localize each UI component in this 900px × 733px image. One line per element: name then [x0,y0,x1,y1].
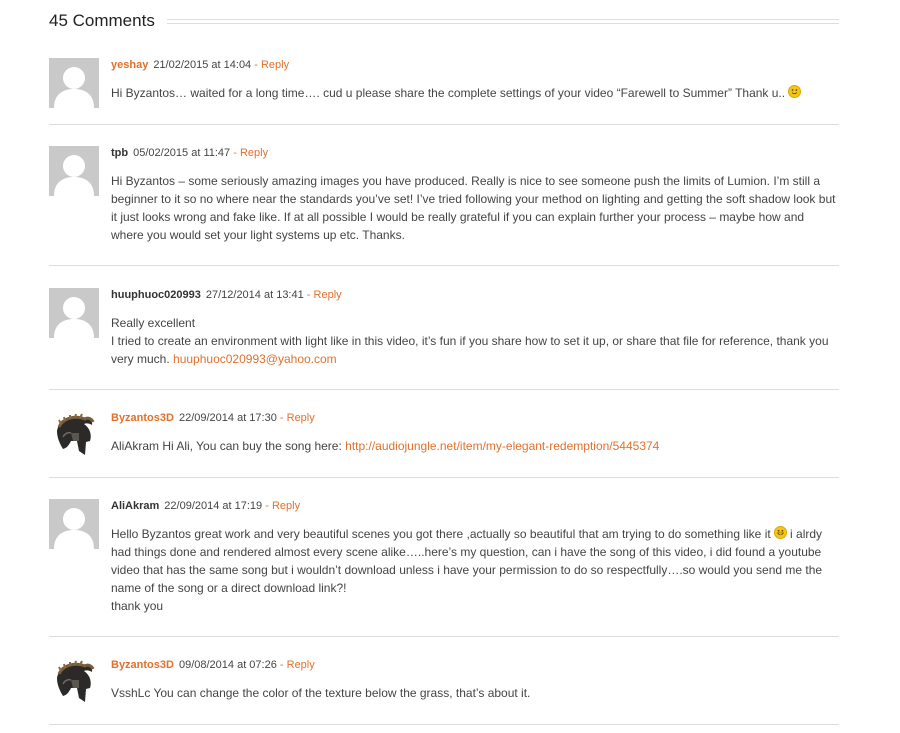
comment-text: Hi Byzantos… waited for a long time…. cu… [111,84,839,102]
email-link[interactable]: huuphuoc020993@yahoo.com [173,352,337,366]
default-avatar-icon [49,288,99,338]
comment-date: 09/08/2014 at 07:26 [178,659,277,671]
comment-line: Hello Byzantos great work and very beaut… [111,527,771,541]
comment-text: AliAkram Hi Ali, You can buy the song he… [111,437,839,455]
comment-paragraph: Hi Byzantos – some seriously amazing ima… [111,174,836,242]
comment-line: Really excellent [111,316,196,330]
comment-author[interactable]: Byzantos3D [111,659,174,671]
comment-paragraph: Hi Byzantos… waited for a long time…. cu… [111,84,839,102]
song-link[interactable]: http://audiojungle.net/item/my-elegant-r… [345,439,659,453]
comment-author: AliAkram [111,500,160,512]
meta-separator: - [251,59,261,71]
spartan-helmet-icon [49,658,99,708]
comment-text: Really excellent I tried to create an en… [111,314,839,368]
comment-divider [49,636,839,637]
comment-text: Hello Byzantos great work and very beaut… [111,525,839,615]
comment-date: 05/02/2015 at 11:47 [133,147,231,159]
comment-author[interactable]: Byzantos3D [111,412,174,424]
smiley-icon [788,85,802,98]
comment-meta: yeshay 21/02/2015 at 14:04 - Reply [111,58,839,72]
comment-meta: Byzantos3D 22/09/2014 at 17:30 - Reply [111,411,839,425]
comment-body: Byzantos3D 22/09/2014 at 17:30 - Reply Al… [111,411,839,455]
comment-line: Hi Byzantos… waited for a long time…. cu… [111,86,786,100]
meta-separator: - [303,289,314,301]
reply-link[interactable]: Reply [272,500,300,512]
comment-closing: thank you [111,599,164,613]
comments-header: 45 Comments [49,10,839,32]
meta-separator: - [262,500,272,512]
comment-divider [49,124,839,125]
comment-date: 22/09/2014 at 17:30 [178,412,277,424]
comment-meta: tpb 05/02/2015 at 11:47 - Reply [111,146,839,160]
spartan-helmet-icon [49,411,99,461]
meta-separator: - [276,412,287,424]
comment-meta: huuphuoc020993 27/12/2014 at 13:41 - Repl… [111,288,839,302]
default-avatar-icon [49,146,99,196]
comment-paragraph: I tried to create an environment with li… [111,332,839,368]
comment-date: 27/12/2014 at 13:41 [205,289,304,301]
comment-divider [49,724,839,725]
comment-author: tpb [111,147,129,159]
reply-link[interactable]: Reply [261,59,289,71]
comment-divider [49,477,839,478]
comment-body: huuphuoc020993 27/12/2014 at 13:41 - Repl… [111,288,839,368]
comment-date: 21/02/2015 at 14:04 [153,59,252,71]
header-rule [166,18,839,24]
comment-text: VsshLc You can change the color of the t… [111,684,839,702]
reply-link[interactable]: Reply [287,659,315,671]
comment-paragraph: AliAkram Hi Ali, You can buy the song he… [111,437,839,455]
comment-author[interactable]: yeshay [111,59,148,71]
comment-divider [49,265,839,266]
comment-body: Byzantos3D 09/08/2014 at 07:26 - Reply Vs… [111,658,839,702]
default-avatar-icon [49,58,99,108]
grin-icon [773,526,787,539]
comment-author: huuphuoc020993 [111,289,201,301]
meta-separator: - [276,659,287,671]
comment-paragraph: Hello Byzantos great work and very beaut… [111,525,839,597]
comment-divider [49,389,839,390]
comment-meta: Byzantos3D 09/08/2014 at 07:26 - Reply [111,658,839,672]
comment-paragraph: VsshLc You can change the color of the t… [111,686,531,700]
reply-link[interactable]: Reply [287,412,315,424]
comment-body: yeshay 21/02/2015 at 14:04 - Reply Hi Byz… [111,58,839,102]
comment-meta: AliAkram 22/09/2014 at 17:19 - Reply [111,499,839,513]
comment-body: tpb 05/02/2015 at 11:47 - Reply Hi Byzant… [111,146,839,244]
meta-separator: - [230,147,240,159]
comment-body: AliAkram 22/09/2014 at 17:19 - Reply Hell… [111,499,839,615]
default-avatar-icon [49,499,99,549]
comments-count-title: 45 Comments [49,11,155,30]
comment-date: 22/09/2014 at 17:19 [164,500,263,512]
reply-link[interactable]: Reply [314,289,342,301]
comment-line: AliAkram Hi Ali, You can buy the song he… [111,439,346,453]
reply-link[interactable]: Reply [240,147,268,159]
comment-text: Hi Byzantos – some seriously amazing ima… [111,172,839,244]
